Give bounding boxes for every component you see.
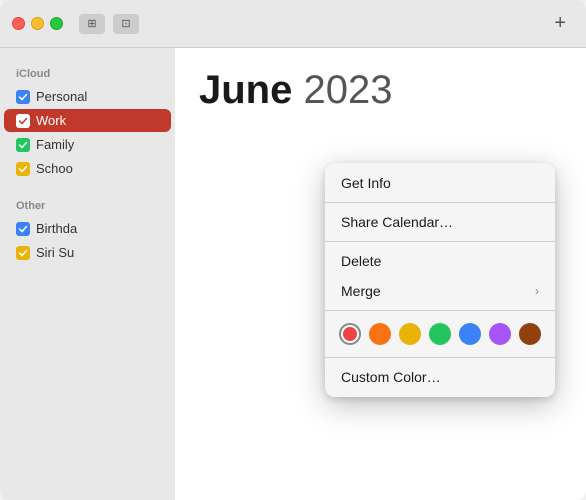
icloud-section-label: iCloud bbox=[0, 60, 175, 84]
month-label: June bbox=[199, 68, 292, 112]
merge-label: Merge bbox=[341, 283, 381, 299]
sidebar-item-personal[interactable]: Personal bbox=[4, 85, 171, 108]
menu-item-merge[interactable]: Merge › bbox=[325, 276, 555, 306]
year-label: 2023 bbox=[303, 68, 392, 112]
get-info-label: Get Info bbox=[341, 175, 391, 191]
month-year-title: June 2023 bbox=[199, 68, 562, 112]
menu-item-share-calendar[interactable]: Share Calendar… bbox=[325, 207, 555, 237]
main-layout: iCloud Personal Work Family bbox=[0, 48, 586, 500]
share-calendar-label: Share Calendar… bbox=[341, 214, 453, 230]
siri-checkbox[interactable] bbox=[16, 246, 30, 260]
other-section-label: Other bbox=[0, 192, 175, 216]
menu-item-get-info[interactable]: Get Info bbox=[325, 168, 555, 198]
menu-item-delete[interactable]: Delete bbox=[325, 246, 555, 276]
separator-4 bbox=[325, 357, 555, 358]
titlebar: ⊞ ⊡ + bbox=[0, 0, 586, 48]
sidebar-item-family[interactable]: Family bbox=[4, 133, 171, 156]
traffic-lights bbox=[12, 17, 63, 30]
color-swatch-orange[interactable] bbox=[369, 323, 391, 345]
color-swatch-red-selected[interactable] bbox=[339, 323, 361, 345]
sidebar: iCloud Personal Work Family bbox=[0, 48, 175, 500]
close-button[interactable] bbox=[12, 17, 25, 30]
sidebar-item-siri[interactable]: Siri Su bbox=[4, 241, 171, 264]
color-swatch-yellow[interactable] bbox=[399, 323, 421, 345]
separator-3 bbox=[325, 310, 555, 311]
delete-label: Delete bbox=[341, 253, 381, 269]
birthdays-checkbox[interactable] bbox=[16, 222, 30, 236]
sidebar-item-work[interactable]: Work bbox=[4, 109, 171, 132]
color-swatch-brown[interactable] bbox=[519, 323, 541, 345]
work-label: Work bbox=[36, 113, 66, 128]
sidebar-item-birthdays[interactable]: Birthda bbox=[4, 217, 171, 240]
chevron-right-icon: › bbox=[535, 284, 539, 298]
add-button[interactable]: + bbox=[546, 12, 574, 35]
minimize-button[interactable] bbox=[31, 17, 44, 30]
color-swatch-purple[interactable] bbox=[489, 323, 511, 345]
grid-view-icon[interactable]: ⊞ bbox=[79, 14, 105, 34]
personal-label: Personal bbox=[36, 89, 87, 104]
color-swatches-row bbox=[325, 315, 555, 353]
separator-2 bbox=[325, 241, 555, 242]
sidebar-item-school[interactable]: Schoo bbox=[4, 157, 171, 180]
family-label: Family bbox=[36, 137, 74, 152]
family-checkbox[interactable] bbox=[16, 138, 30, 152]
separator-1 bbox=[325, 202, 555, 203]
personal-checkbox[interactable] bbox=[16, 90, 30, 104]
app-window: ⊞ ⊡ + iCloud Personal Work bbox=[0, 0, 586, 500]
color-swatch-green[interactable] bbox=[429, 323, 451, 345]
color-swatch-blue[interactable] bbox=[459, 323, 481, 345]
menu-item-custom-color[interactable]: Custom Color… bbox=[325, 362, 555, 392]
school-checkbox[interactable] bbox=[16, 162, 30, 176]
context-menu: Get Info Share Calendar… Delete Merge › bbox=[325, 163, 555, 397]
maximize-button[interactable] bbox=[50, 17, 63, 30]
work-checkbox[interactable] bbox=[16, 114, 30, 128]
content-area: June 2023 Get Info Share Calendar… Delet… bbox=[175, 48, 586, 500]
school-label: Schoo bbox=[36, 161, 73, 176]
titlebar-icons: ⊞ ⊡ bbox=[79, 14, 139, 34]
custom-color-label: Custom Color… bbox=[341, 369, 441, 385]
siri-label: Siri Su bbox=[36, 245, 74, 260]
inbox-icon[interactable]: ⊡ bbox=[113, 14, 139, 34]
birthdays-label: Birthda bbox=[36, 221, 77, 236]
